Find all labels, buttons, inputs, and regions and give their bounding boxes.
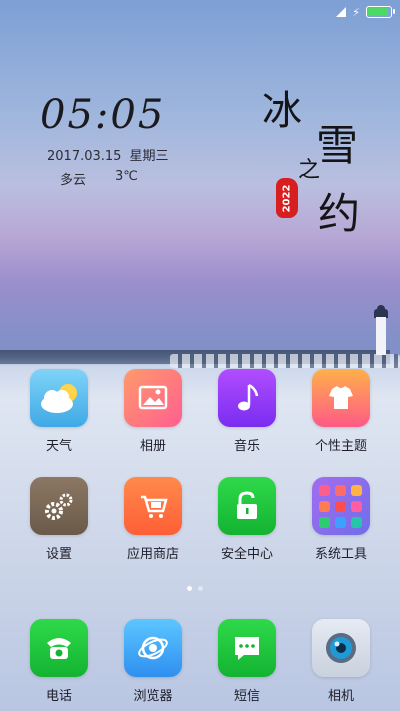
app-label: 安全中心 (220, 547, 273, 562)
app-store-icon (124, 477, 182, 535)
seal-text: 2022 (281, 184, 293, 212)
wallpaper-calligraphy-4: 约 (318, 189, 361, 238)
dock-messages[interactable]: 短信 (202, 619, 292, 709)
settings-icon (30, 477, 88, 535)
security-icon (218, 477, 276, 535)
wallpaper-calligraphy-1: 冰 (262, 88, 302, 134)
app-label: 天气 (45, 439, 72, 454)
date-text: 2017.03.15 (47, 149, 122, 164)
app-label: 相机 (327, 689, 354, 704)
app-themes[interactable]: 个性主题 (296, 369, 386, 459)
page-indicator[interactable] (187, 586, 203, 591)
app-label: 浏览器 (133, 689, 173, 704)
gallery-icon (124, 369, 182, 427)
app-label: 设置 (45, 547, 72, 562)
lighthouse-image (372, 305, 390, 355)
page-dot-active[interactable] (187, 586, 192, 591)
battery-icon (366, 6, 395, 18)
app-settings[interactable]: 设置 (14, 477, 104, 567)
red-seal-stamp: 2022 (276, 178, 298, 218)
app-label: 音乐 (233, 439, 260, 454)
folder-system-tools[interactable]: 系统工具 (296, 477, 386, 567)
app-music[interactable]: 音乐 (202, 369, 292, 459)
dock-camera[interactable]: 相机 (296, 619, 386, 709)
app-label: 短信 (233, 689, 260, 704)
app-label: 系统工具 (314, 547, 367, 562)
weather-widget[interactable]: 多云 3℃ (60, 169, 138, 188)
weekday-text: 星期三 (129, 149, 169, 164)
status-bar: ⚡ (336, 4, 395, 20)
page-dot[interactable] (198, 586, 203, 591)
phone-icon (30, 619, 88, 677)
camera-icon (312, 619, 370, 677)
app-label: 应用商店 (126, 547, 179, 562)
app-security[interactable]: 安全中心 (202, 477, 292, 567)
app-store[interactable]: 应用商店 (108, 477, 198, 567)
wallpaper-calligraphy-2: 雪 (316, 121, 359, 170)
dock-browser[interactable]: 浏览器 (108, 619, 198, 709)
dock-phone[interactable]: 电话 (14, 619, 104, 709)
app-gallery[interactable]: 相册 (108, 369, 198, 459)
app-label: 电话 (45, 689, 72, 704)
clock-time[interactable]: 05:05 (40, 92, 165, 138)
clock-date: 2017.03.15 星期三 (47, 145, 168, 164)
music-icon (218, 369, 276, 427)
messages-icon (218, 619, 276, 677)
browser-icon (124, 619, 182, 677)
signal-icon (336, 7, 347, 17)
wallpaper-rocks (170, 354, 400, 368)
weather-icon (30, 369, 88, 427)
app-label: 个性主题 (314, 439, 367, 454)
app-weather[interactable]: 天气 (14, 369, 104, 459)
weather-condition: 多云 (60, 173, 87, 188)
weather-temperature: 3℃ (115, 169, 138, 184)
wallpaper-calligraphy-3: 之 (298, 158, 321, 183)
app-label: 相册 (139, 439, 166, 454)
themes-icon (312, 369, 370, 427)
charging-bolt-icon: ⚡ (352, 5, 360, 19)
tools-folder-icon (312, 477, 370, 535)
